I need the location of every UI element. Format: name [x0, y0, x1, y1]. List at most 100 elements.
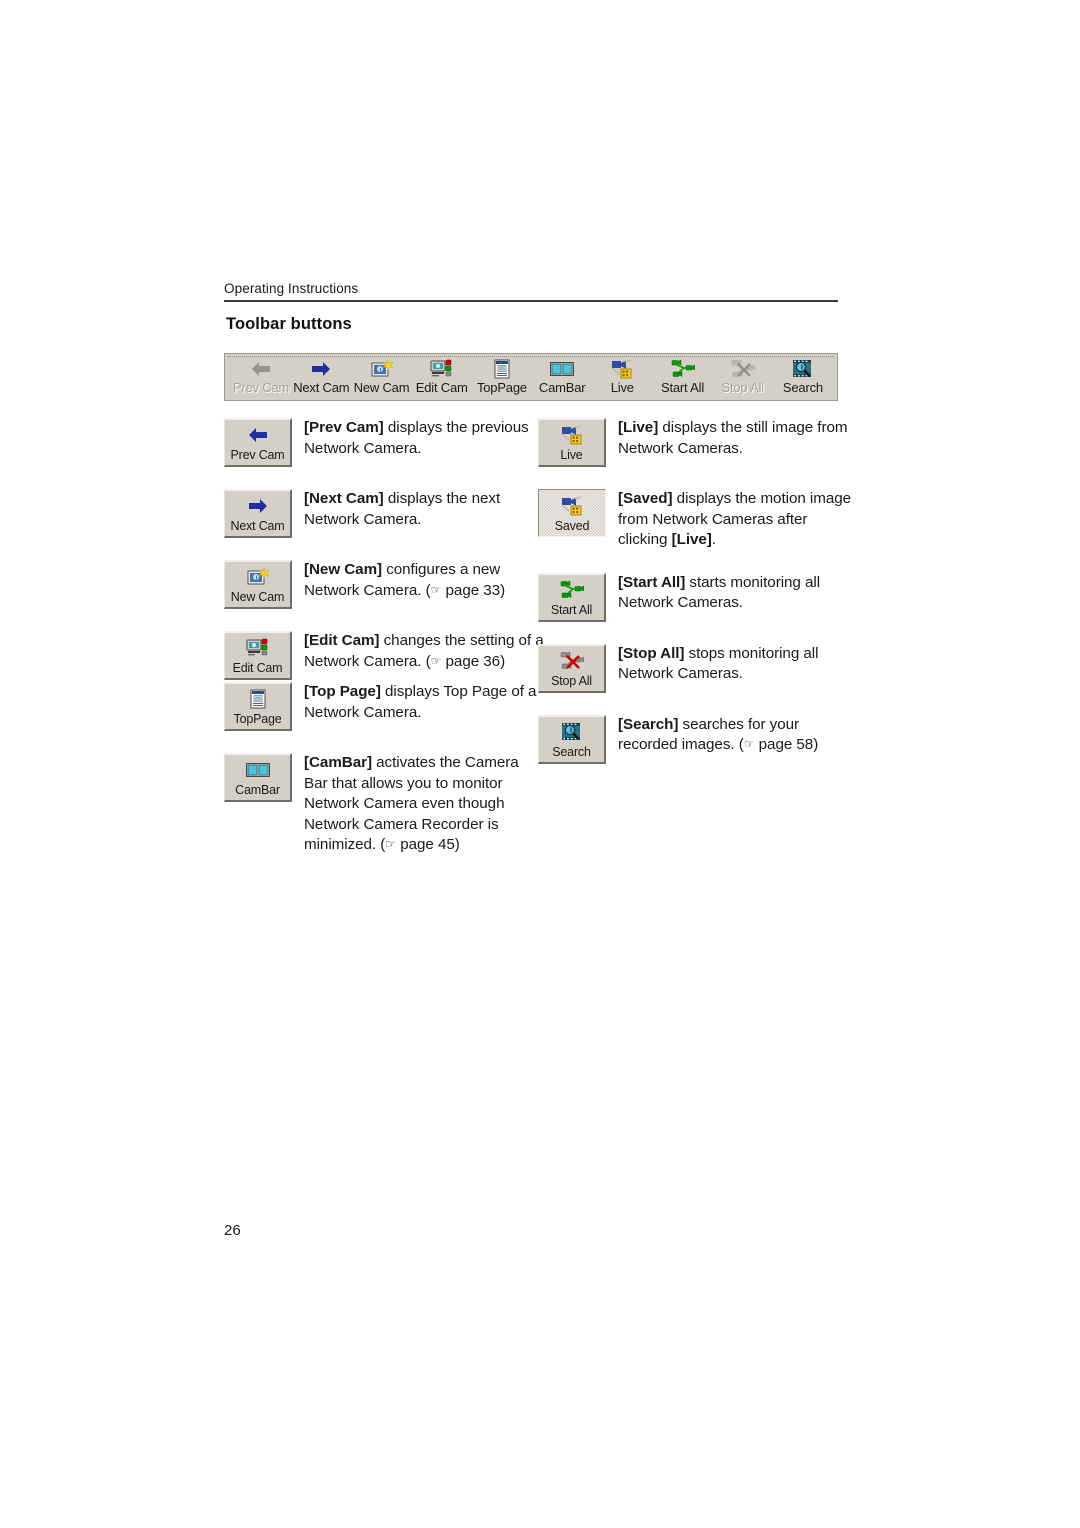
button-search[interactable]: Search	[538, 714, 606, 764]
entry-reference-text: page 36)	[445, 652, 506, 670]
header-label: Operating Instructions	[224, 281, 359, 296]
arrow-right-icon	[312, 361, 331, 376]
button-label: Start All	[550, 602, 593, 617]
button-cambar[interactable]: CamBar	[224, 753, 292, 802]
entry-description: [Next Cam] displays the next Network Cam…	[292, 489, 544, 530]
button-start-all[interactable]: Start All	[538, 572, 606, 622]
pointing-hand-icon: ☞	[430, 653, 442, 668]
cambar-icon	[550, 361, 575, 376]
toolbar-button-label: Next Cam	[293, 380, 350, 395]
button-next-cam[interactable]: Next Cam	[224, 489, 292, 538]
live-icon	[611, 358, 632, 378]
button-edit-cam[interactable]: Edit Cam	[224, 631, 292, 680]
toolbar-description-entry: TopPage [Top Page] displays Top Page of a…	[224, 682, 544, 731]
toolbar-button-search[interactable]: Search	[773, 358, 833, 395]
button-label: Next Cam	[230, 519, 285, 533]
toolbar-description-entry: Search [Search] searches for your recorde…	[538, 714, 858, 764]
toolbar-items: Prev Cam Next Cam New Cam Edit Cam TopPa…	[225, 358, 839, 402]
button-label: CamBar	[235, 783, 280, 797]
button-toppage[interactable]: TopPage	[224, 682, 292, 731]
entry-description: [New Cam] configures a new Network Camer…	[292, 560, 544, 601]
entry-reference-text: page 58)	[758, 736, 819, 753]
edit-camera-icon	[245, 637, 271, 659]
cambar-icon	[245, 759, 271, 781]
toolbar-description-entry: Next Cam [Next Cam] displays the next Net…	[224, 489, 544, 538]
button-new-cam[interactable]: New Cam	[224, 560, 292, 609]
button-label: Prev Cam	[230, 448, 285, 462]
button-stop-all[interactable]: Stop All	[538, 643, 606, 693]
arrow-right-icon	[248, 499, 267, 513]
toolbar-button-label: Search	[782, 380, 823, 395]
search-icon	[792, 359, 811, 377]
toolbar-button-cambar[interactable]: CamBar	[532, 358, 592, 395]
entry-emphasis: [Live]	[671, 531, 712, 548]
new-camera-icon	[369, 358, 395, 379]
toolbar-button-stop-all: Stop All	[713, 358, 773, 395]
cambar-icon	[245, 763, 270, 777]
toolbar-button-new-cam[interactable]: New Cam	[351, 358, 411, 395]
search-icon	[790, 358, 816, 379]
live-icon	[609, 358, 635, 379]
arrow-left-icon	[248, 358, 274, 379]
top-page-icon	[245, 688, 271, 710]
start-all-icon	[560, 580, 584, 598]
entry-description: [Saved] displays the motion image from N…	[606, 489, 858, 551]
entry-description: [Stop All] stops monitoring all Network …	[606, 644, 858, 685]
page-title: Toolbar buttons	[226, 315, 352, 333]
entry-button-name: [Search]	[618, 715, 679, 733]
button-saved[interactable]: Saved	[538, 489, 606, 537]
toolbar-button-label: CamBar	[538, 380, 586, 395]
new-camera-icon	[245, 566, 271, 588]
arrow-right-icon	[245, 495, 271, 517]
entry-button-name: [Stop All]	[618, 644, 685, 662]
button-prev-cam[interactable]: Prev Cam	[224, 418, 292, 467]
entry-description: [Prev Cam] displays the previous Network…	[292, 418, 544, 459]
arrow-left-icon	[252, 361, 271, 376]
button-label: New Cam	[230, 590, 285, 604]
toolbar-button-next-cam[interactable]: Next Cam	[291, 358, 351, 395]
page-header: Operating Instructions	[224, 280, 838, 302]
stop-all-icon	[731, 359, 755, 377]
toolbar-description-entry: Stop All [Stop All] stops monitoring all …	[538, 643, 858, 693]
arrow-left-icon	[248, 428, 267, 442]
toolbar-description-entry: Live [Live] displays the still image from…	[538, 418, 858, 467]
entry-button-name: [Top Page]	[304, 683, 381, 700]
button-label: Saved	[554, 518, 590, 533]
new-camera-icon	[247, 567, 269, 585]
entry-description: [Edit Cam] changes the setting of a Netw…	[292, 631, 544, 672]
toolbar-description-entry: CamBar [CamBar] activates the Camera Bar …	[224, 753, 544, 856]
stop-all-icon	[560, 651, 584, 669]
toolbar-strip: Prev Cam Next Cam New Cam Edit Cam TopPa…	[224, 353, 838, 401]
button-label: Stop All	[551, 673, 592, 688]
right-description-column: Live [Live] displays the still image from…	[538, 418, 858, 764]
toolbar-description-entry: Prev Cam [Prev Cam] displays the previous…	[224, 418, 544, 467]
arrow-right-icon	[308, 358, 334, 379]
entry-button-name: [New Cam]	[304, 561, 383, 578]
entry-description: [CamBar] activates the Camera Bar that a…	[292, 753, 544, 856]
button-label: TopPage	[233, 712, 282, 726]
toolbar-button-prev-cam: Prev Cam	[231, 358, 291, 395]
edit-camera-icon	[246, 638, 267, 656]
edit-camera-icon	[430, 359, 452, 376]
toolbar-button-edit-cam[interactable]: Edit Cam	[412, 358, 472, 395]
start-all-icon	[559, 579, 585, 601]
stop-all-icon	[559, 650, 585, 672]
button-live[interactable]: Live	[538, 418, 606, 467]
top-page-icon	[494, 359, 510, 378]
toolbar-description-entry: Start All [Start All] starts monitoring a…	[538, 572, 858, 622]
entry-description: [Start All] starts monitoring all Networ…	[606, 573, 858, 614]
search-icon	[559, 721, 585, 743]
live-icon	[561, 425, 581, 445]
pointing-hand-icon: ☞	[385, 837, 397, 851]
toolbar-button-toppage[interactable]: TopPage	[472, 358, 532, 395]
toolbar-button-live[interactable]: Live	[592, 358, 652, 395]
toolbar-button-start-all[interactable]: Start All	[652, 358, 712, 395]
arrow-left-icon	[245, 424, 271, 446]
entry-button-name: [Prev Cam]	[304, 419, 384, 436]
toolbar-description-entry: New Cam [New Cam] configures a new Networ…	[224, 560, 544, 609]
entry-button-name: [Saved]	[618, 490, 673, 507]
entry-button-name: [Next Cam]	[304, 490, 384, 507]
entry-description: [Live] displays the still image from Net…	[606, 418, 858, 459]
toolbar-description-entry: Edit Cam [Edit Cam] changes the setting o…	[224, 631, 544, 680]
entry-button-name: [CamBar]	[304, 754, 372, 771]
